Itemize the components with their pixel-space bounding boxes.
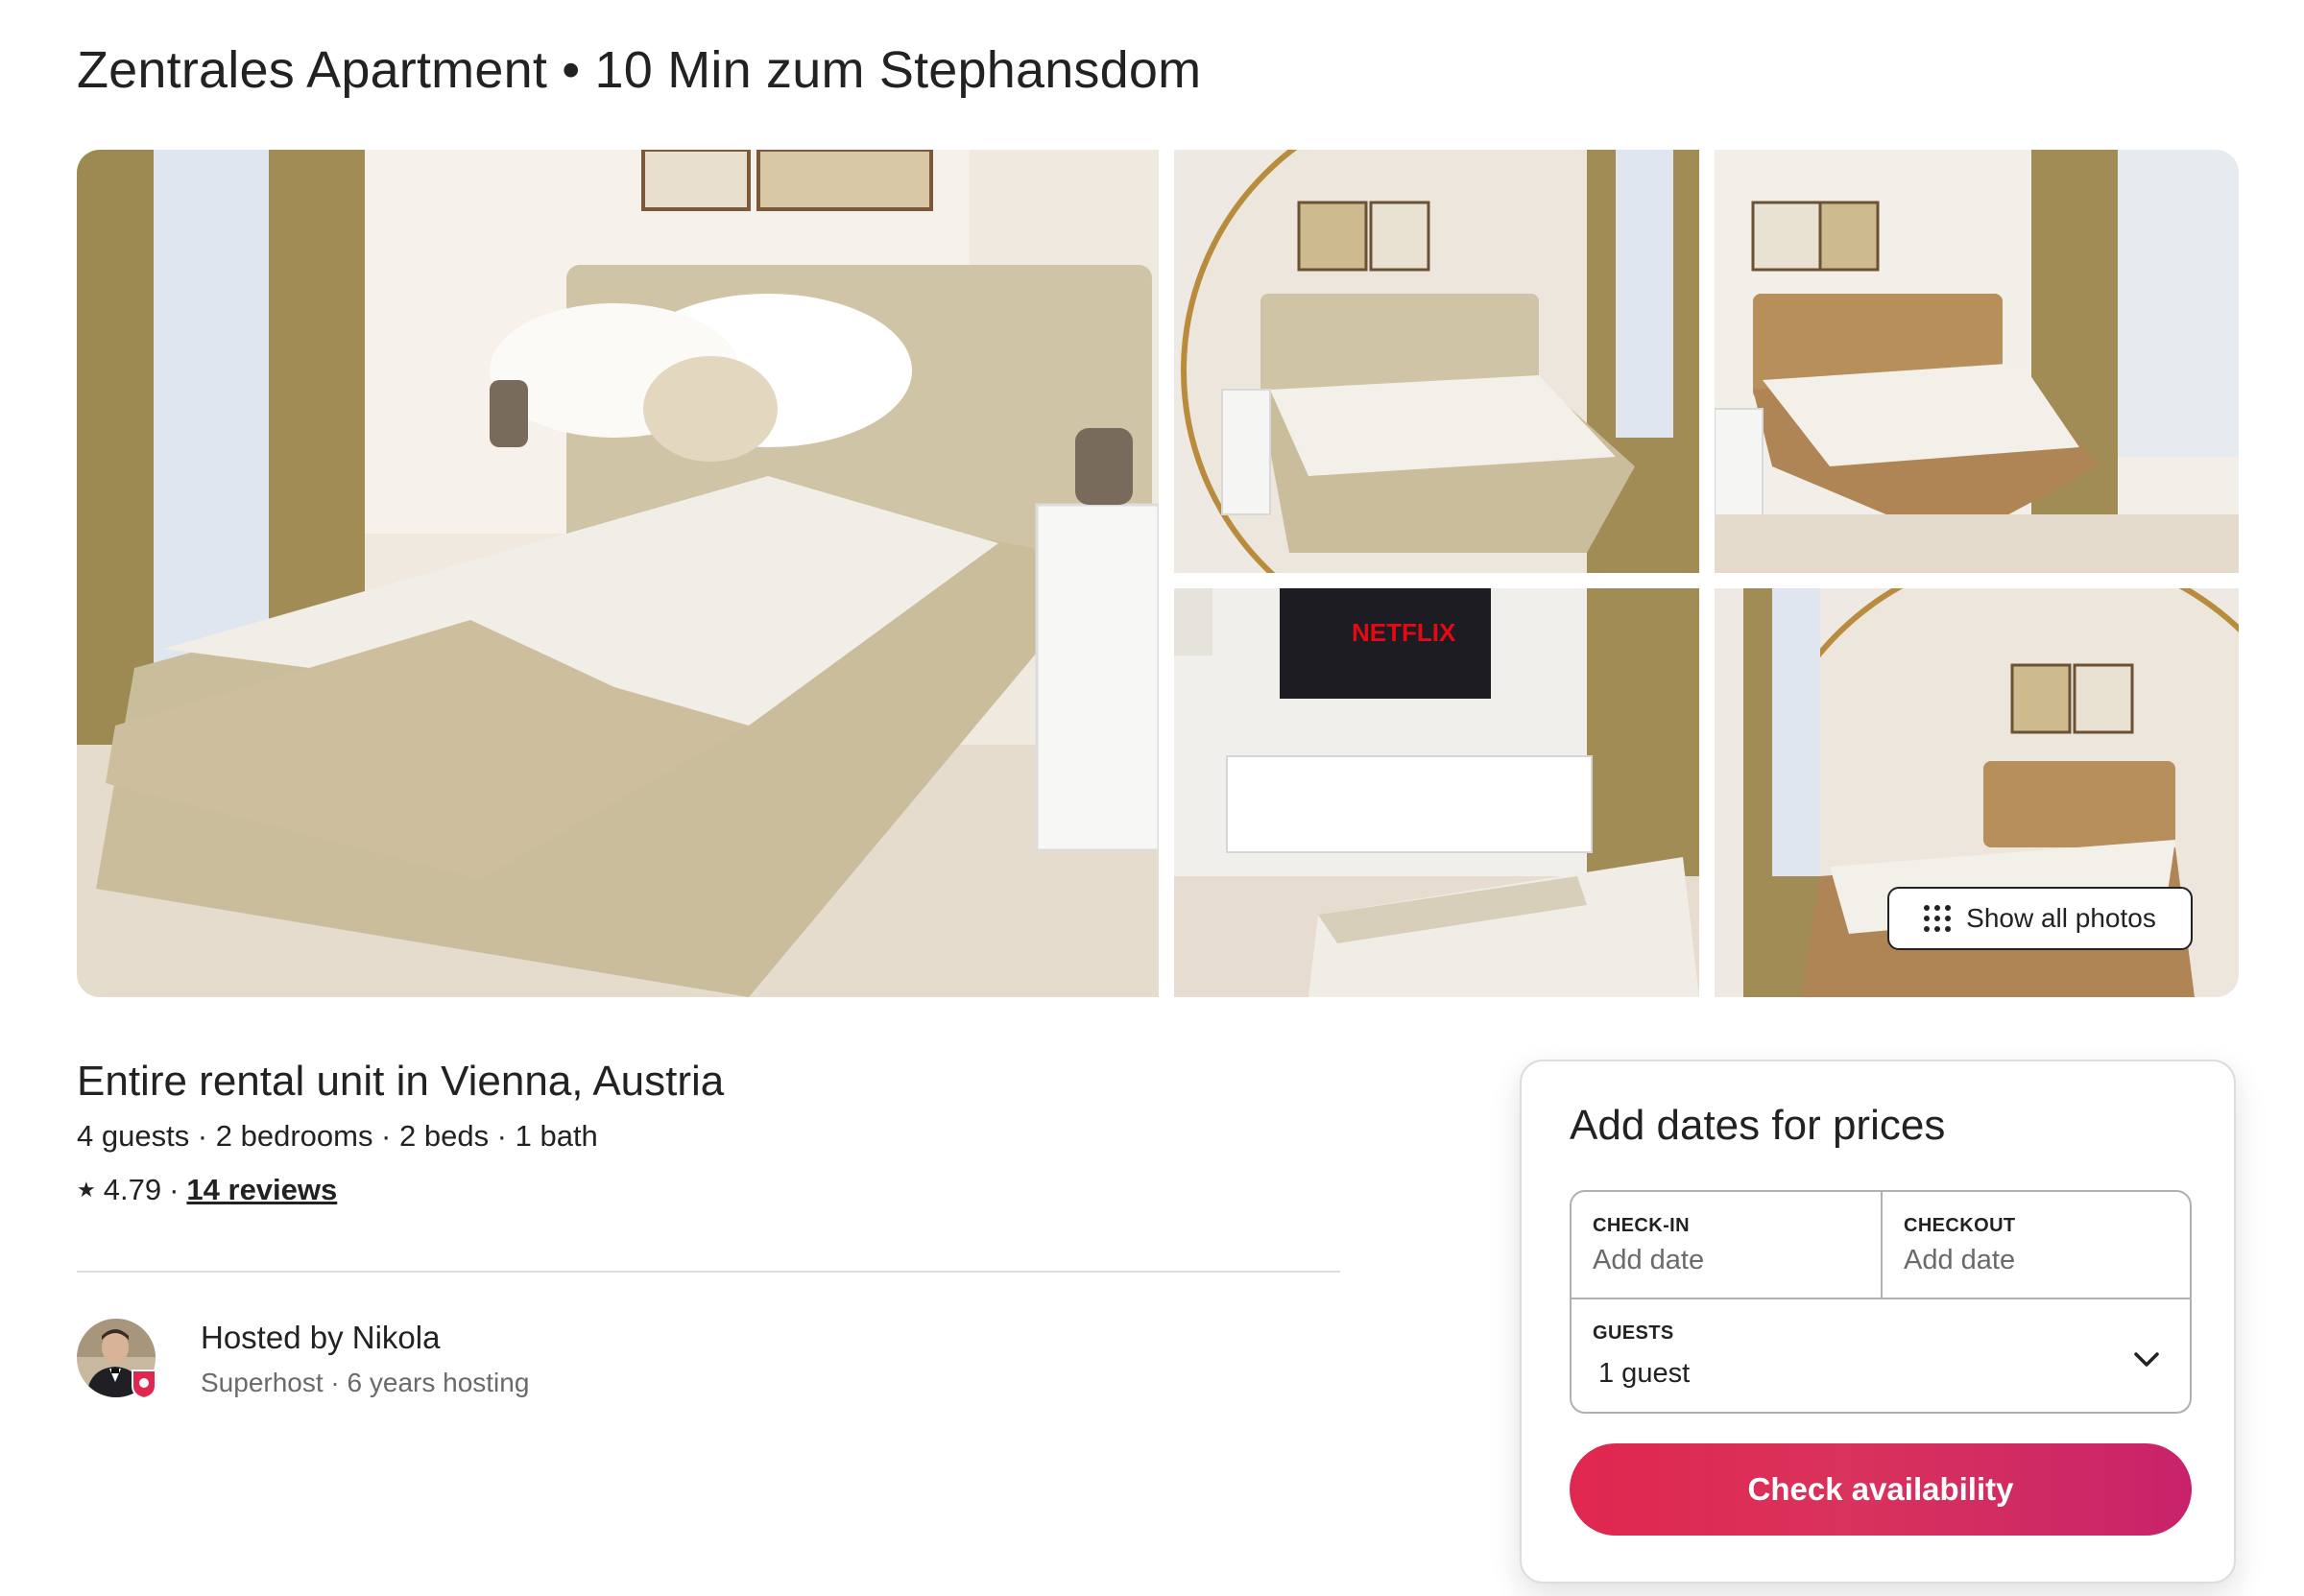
checkin-label: CHECK-IN	[1593, 1215, 1690, 1236]
rating-separator: ·	[169, 1173, 180, 1206]
listing-type: Entire rental unit in Vienna, Austria	[77, 1058, 725, 1105]
checkout-label: CHECKOUT	[1904, 1215, 2016, 1236]
checkin-field[interactable]: CHECK-IN Add date	[1593, 1215, 1871, 1292]
checkout-field[interactable]: CHECKOUT Add date	[1904, 1215, 2182, 1292]
guests-field[interactable]: GUESTS 1 guest	[1593, 1322, 2169, 1399]
chevron-down-icon[interactable]	[2132, 1350, 2161, 1370]
show-all-photos-button[interactable]: Show all photos	[1887, 887, 2193, 950]
guests-value: 1 guest	[1598, 1358, 1691, 1389]
photo-main-bedroom[interactable]	[77, 150, 1159, 997]
guests-label: GUESTS	[1593, 1322, 1674, 1344]
picker-row-divider	[1572, 1298, 2190, 1299]
host-name: Hosted by Nikola	[201, 1320, 441, 1355]
booking-title: Add dates for prices	[1570, 1102, 1946, 1149]
checkout-value: Add date	[1904, 1245, 2016, 1275]
rating-value: 4.79	[103, 1173, 162, 1206]
check-availability-button[interactable]: Check availability	[1570, 1443, 2192, 1536]
booking-card: Add dates for prices CHECK-IN Add date C…	[1520, 1060, 2236, 1584]
rating-summary: ★ 4.79 · 14 reviews	[77, 1173, 337, 1207]
listing-details: 4 guests · 2 bedrooms · 2 beds · 1 bath	[77, 1119, 598, 1153]
listing-title: Zentrales Apartment • 10 Min zum Stephan…	[77, 41, 1202, 99]
star-icon: ★	[77, 1178, 96, 1202]
superhost-badge-icon	[131, 1369, 157, 1400]
grid-dots-icon	[1924, 905, 1952, 932]
netflix-logo: NETFLIX	[1352, 618, 1456, 647]
photo-gallery: NETFLIX	[77, 150, 2239, 997]
reviews-link[interactable]: 14 reviews	[186, 1173, 337, 1207]
host-subtitle: Superhost · 6 years hosting	[201, 1368, 530, 1397]
section-divider	[77, 1271, 1340, 1273]
photo-second-bedroom[interactable]	[1715, 150, 2239, 573]
show-all-photos-label: Show all photos	[1966, 903, 2156, 933]
checkin-value: Add date	[1593, 1245, 1705, 1275]
photo-living-tv[interactable]: NETFLIX	[1174, 588, 1699, 997]
date-guest-picker: CHECK-IN Add date CHECKOUT Add date GUES…	[1570, 1190, 2192, 1414]
photo-mirror-bedroom[interactable]	[1174, 150, 1699, 573]
picker-col-divider	[1881, 1192, 1883, 1298]
